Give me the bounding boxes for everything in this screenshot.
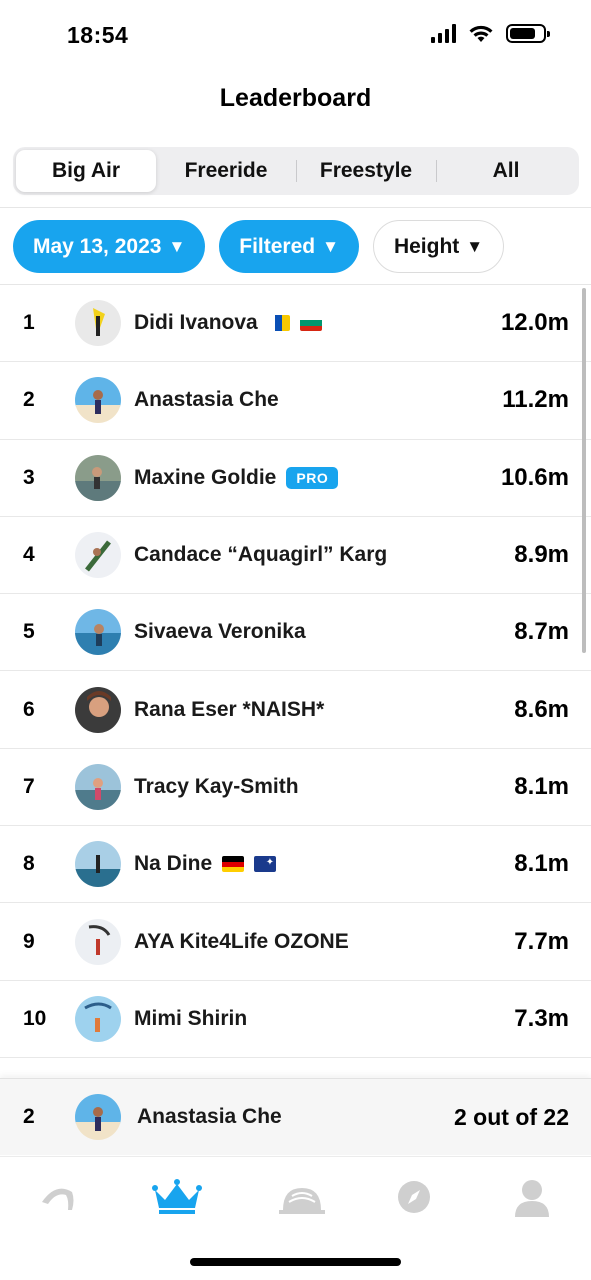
- tab-leaderboard[interactable]: [147, 1175, 207, 1219]
- height-value: 8.6m: [514, 695, 569, 723]
- cellular-signal-icon: [431, 24, 456, 43]
- bulgaria-flag-icon: [299, 315, 322, 332]
- rank-number: 4: [23, 543, 35, 567]
- date-filter-label: May 13, 2023: [33, 234, 162, 258]
- rider-name: Didi Ivanova: [134, 311, 258, 335]
- battery-icon: [506, 24, 550, 43]
- avatar: [75, 686, 121, 733]
- home-indicator: [190, 1258, 401, 1266]
- scrollbar[interactable]: [582, 288, 586, 653]
- dome-icon: [279, 1188, 325, 1214]
- avatar: [75, 609, 121, 656]
- leaderboard-row[interactable]: 4 Candace “Aquagirl” Karg 8.9m: [0, 517, 591, 595]
- tab-sessions[interactable]: [28, 1175, 88, 1219]
- rider-name: Candace “Aquagirl” Karg: [134, 543, 388, 567]
- rank-number: 7: [23, 774, 35, 798]
- australia-flag-icon: [254, 856, 277, 873]
- tab-profile[interactable]: [502, 1175, 562, 1219]
- rider-name: Maxine Goldie: [134, 465, 277, 489]
- height-value: 8.7m: [514, 618, 569, 646]
- height-value: 8.1m: [514, 772, 569, 800]
- leaderboard-list: 1 Didi Ivanova 12.0m 2 Anastasia Che 11.…: [0, 285, 591, 1058]
- rider-name: Na Dine: [134, 852, 213, 876]
- rank-number: 6: [23, 697, 35, 721]
- avatar: [75, 532, 121, 579]
- rider-name: Sivaeva Veronika: [134, 620, 306, 644]
- discipline-tabs: Big Air Freeride Freestyle All: [13, 147, 579, 195]
- tab-all[interactable]: All: [436, 150, 576, 192]
- date-filter-button[interactable]: May 13, 2023 ▼: [13, 220, 206, 273]
- rider-name: Rana Eser *NAISH*: [134, 697, 325, 721]
- height-value: 10.6m: [500, 463, 569, 491]
- avatar: [75, 918, 121, 965]
- crown-icon: [152, 1179, 202, 1214]
- leaderboard-row[interactable]: 9 AYA Kite4Life OZONE 7.7m: [0, 903, 591, 981]
- avatar: [75, 454, 121, 501]
- rank-number: 8: [23, 852, 35, 876]
- tab-explore[interactable]: [384, 1175, 444, 1219]
- avatar: [75, 300, 121, 347]
- height-value: 8.9m: [514, 541, 569, 569]
- tab-big-air[interactable]: Big Air: [16, 150, 156, 192]
- rider-name: Mimi Shirin: [134, 1006, 248, 1030]
- leaderboard-row[interactable]: 8 Na Dine 8.1m: [0, 826, 591, 904]
- height-value: 7.7m: [514, 927, 569, 955]
- height-value: 8.1m: [514, 850, 569, 878]
- chevron-down-icon: ▼: [168, 236, 186, 256]
- avatar: [75, 1094, 121, 1140]
- avatar: [75, 841, 121, 888]
- rank-number: 2: [23, 1105, 35, 1128]
- filter-bar: May 13, 2023 ▼ Filtered ▼ Height ▼: [13, 220, 505, 273]
- rank-number: 2: [23, 388, 35, 412]
- compass-icon: [398, 1181, 430, 1213]
- position-text: 2 out of 22: [453, 1103, 569, 1130]
- current-user-name: Anastasia Che: [137, 1105, 282, 1128]
- filtered-label: Filtered: [239, 234, 316, 258]
- leaderboard-row[interactable]: 5 Sivaeva Veronika 8.7m: [0, 594, 591, 672]
- rider-name: AYA Kite4Life OZONE: [134, 929, 349, 953]
- rank-number: 5: [23, 620, 35, 644]
- filtered-button[interactable]: Filtered ▼: [219, 220, 359, 273]
- rider-name: Anastasia Che: [134, 388, 279, 412]
- height-value: 12.0m: [500, 309, 569, 337]
- chevron-down-icon: ▼: [322, 236, 339, 256]
- divider: [0, 207, 591, 208]
- metric-sort-button[interactable]: Height ▼: [372, 220, 505, 273]
- current-user-row[interactable]: 2 Anastasia Che 2 out of 22: [0, 1078, 591, 1155]
- tab-freestyle[interactable]: Freestyle: [296, 150, 436, 192]
- page-title: Leaderboard: [219, 84, 372, 112]
- rank-number: 10: [23, 1006, 47, 1030]
- avatar: [75, 995, 121, 1042]
- wifi-icon: [469, 25, 493, 42]
- profile-icon: [515, 1180, 549, 1217]
- rank-number: 9: [23, 929, 35, 953]
- rider-name: Tracy Kay-Smith: [134, 774, 299, 798]
- avatar: [75, 763, 121, 810]
- leaderboard-row[interactable]: 2 Anastasia Che 11.2m: [0, 362, 591, 440]
- leaderboard-row[interactable]: 3 Maxine Goldie PRO 10.6m: [0, 440, 591, 517]
- canary-islands-flag-icon: [267, 315, 290, 332]
- rank-number: 1: [23, 311, 35, 335]
- status-bar: 18:54: [0, 0, 591, 70]
- height-value: 11.2m: [502, 386, 569, 414]
- chevron-down-icon: ▼: [466, 236, 484, 256]
- kite-icon: [42, 1188, 74, 1210]
- height-value: 7.3m: [514, 1004, 569, 1032]
- leaderboard-row[interactable]: 6 Rana Eser *NAISH* 8.6m: [0, 671, 591, 749]
- leaderboard-row[interactable]: 10 Mimi Shirin 7.3m: [0, 981, 591, 1058]
- germany-flag-icon: [222, 856, 245, 873]
- tab-freeride[interactable]: Freeride: [156, 150, 296, 192]
- leaderboard-row[interactable]: 1 Didi Ivanova 12.0m: [0, 285, 591, 363]
- tab-spots[interactable]: [272, 1175, 332, 1219]
- leaderboard-row[interactable]: 7 Tracy Kay-Smith 8.1m: [0, 749, 591, 827]
- metric-label: Height: [393, 234, 460, 258]
- rank-number: 3: [23, 465, 35, 489]
- status-time: 18:54: [67, 22, 129, 48]
- status-icons: [431, 24, 550, 43]
- pro-badge: PRO: [286, 466, 339, 489]
- avatar: [75, 377, 121, 424]
